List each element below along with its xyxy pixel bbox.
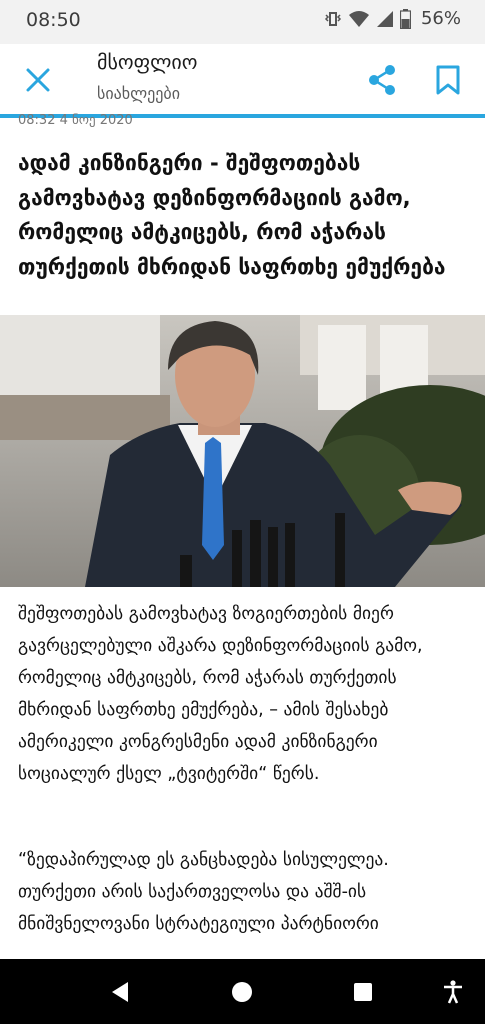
recents-button[interactable] (350, 979, 376, 1005)
navigation-bar (0, 959, 485, 1024)
recents-icon (354, 983, 372, 1001)
wifi-icon (348, 10, 369, 27)
home-icon (232, 982, 252, 1002)
article-paragraph: შეშფოთებას გამოვხატავ ზოგიერთების მიერ გ… (18, 604, 423, 784)
signal-icon (376, 10, 393, 27)
back-icon (112, 982, 128, 1002)
app-bar: მსოფლიო სიახლეები (0, 44, 485, 118)
article-body: შეშფოთებას გამოვხატავ ზოგიერთების მიერ გ… (18, 598, 470, 994)
article-paragraph: “ზედაპირულად ეს განცხადება სისულელეა. თუ… (18, 850, 389, 934)
accessibility-icon (444, 980, 462, 1004)
back-button[interactable] (108, 979, 134, 1005)
article-date: 08:32 4 ნოე 2020 (18, 113, 133, 128)
share-icon (369, 65, 395, 95)
bookmark-icon (436, 65, 460, 95)
bookmark-button[interactable] (433, 64, 463, 96)
close-button[interactable] (22, 64, 54, 96)
page-subtitle: სიახლეები (97, 84, 180, 103)
mute-vibrate-icon (324, 11, 342, 26)
status-icons: 56% (324, 8, 461, 29)
accessibility-button[interactable] (440, 979, 466, 1005)
page-title: მსოფლიო (97, 50, 198, 74)
status-bar: 08:50 56% (0, 0, 485, 44)
article-headline: ადამ კინზინგერი - შეშფოთებას გამოვხატავ … (18, 151, 446, 279)
battery-icon (399, 8, 411, 29)
article-photo (0, 315, 485, 587)
close-icon (26, 68, 50, 92)
status-time: 08:50 (26, 9, 81, 31)
home-button[interactable] (229, 979, 255, 1005)
share-button[interactable] (367, 64, 397, 96)
battery-percent: 56% (420, 8, 461, 29)
